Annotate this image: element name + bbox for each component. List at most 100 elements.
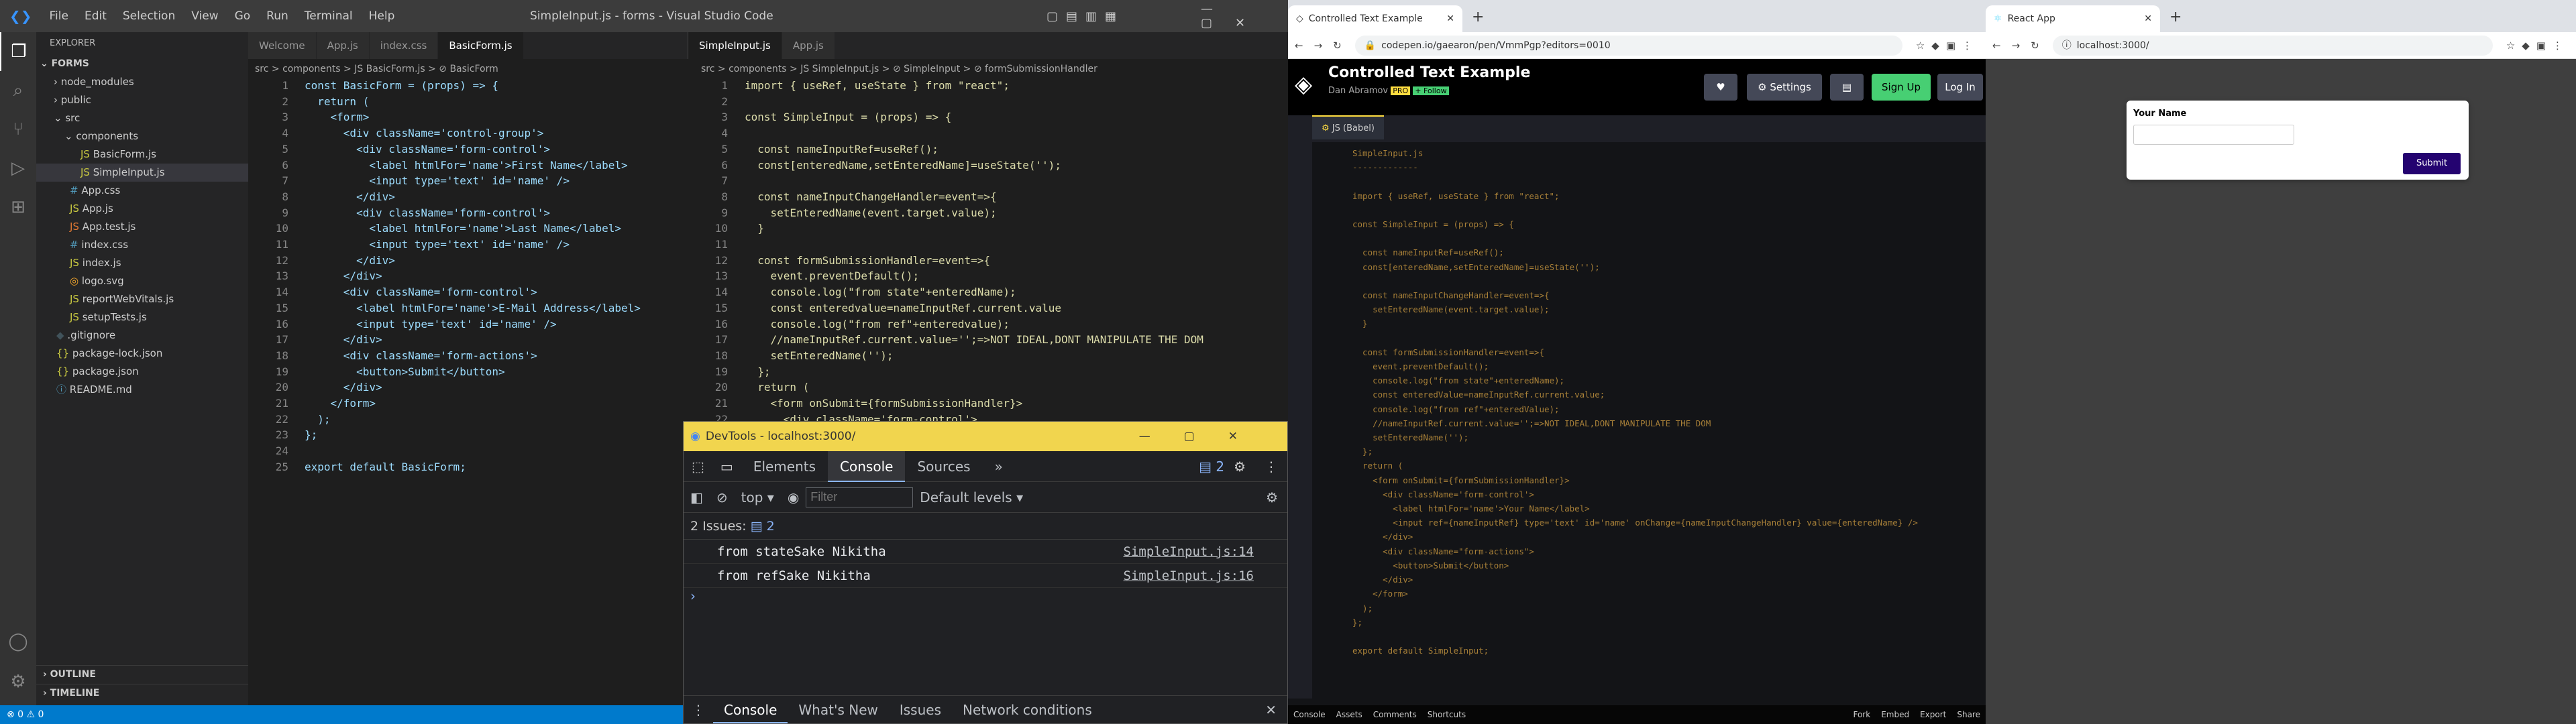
pen-author[interactable]: Dan Abramov PRO + Follow	[1328, 86, 1449, 96]
pen-title[interactable]: Controlled Text Example	[1328, 64, 1530, 81]
project-folder[interactable]: ⌄ FORMS	[36, 55, 248, 73]
tab-index-css[interactable]: index.css	[369, 32, 439, 59]
tab-simpleinput[interactable]: SimpleInput.js	[688, 32, 782, 59]
kebab-menu-icon[interactable]: ⋮	[1255, 459, 1287, 475]
heart-button[interactable]: ♥	[1704, 74, 1737, 101]
menu-go[interactable]: Go	[227, 9, 259, 23]
menu-help[interactable]: Help	[361, 9, 403, 23]
tree-item-index-css[interactable]: # index.css	[36, 236, 248, 254]
tree-item-node-modules[interactable]: › node_modules	[36, 73, 248, 91]
footer-embed[interactable]: Embed	[1876, 710, 1915, 719]
menu-terminal[interactable]: Terminal	[297, 9, 361, 23]
drawer-tab-whats-new[interactable]: What's New	[788, 702, 888, 718]
close-tab-icon[interactable]: ✕	[1446, 13, 1454, 24]
drawer-tab-network[interactable]: Network conditions	[952, 702, 1103, 718]
sidebar-toggle-icon[interactable]: ◧	[684, 489, 710, 505]
breadcrumb-right[interactable]: src > components > JS SimpleInput.js > ⊘…	[701, 60, 1097, 78]
drawer-tab-console[interactable]: Console	[713, 697, 788, 723]
menu-selection[interactable]: Selection	[115, 9, 183, 23]
tree-item-app-js[interactable]: JS App.js	[36, 200, 248, 218]
context-select[interactable]: top ▾	[735, 489, 781, 505]
name-input[interactable]	[2133, 125, 2294, 145]
back-icon[interactable]: ←	[1288, 40, 1310, 52]
settings-button[interactable]: ⚙ Settings	[1747, 74, 1822, 101]
outline-section[interactable]: › OUTLINE	[36, 665, 248, 683]
footer-assets[interactable]: Assets	[1331, 710, 1368, 719]
drawer-tab-issues[interactable]: Issues	[889, 702, 952, 718]
reload-icon[interactable]: ↻	[2024, 40, 2046, 52]
footer-fork[interactable]: Fork	[1847, 710, 1876, 719]
tree-item-reportwebvitals[interactable]: JS reportWebVitals.js	[36, 290, 248, 308]
footer-console[interactable]: Console	[1288, 710, 1331, 719]
inspect-icon[interactable]: ⬚	[684, 459, 712, 475]
tab-app-js[interactable]: App.js	[316, 32, 370, 59]
device-icon[interactable]: ▭	[712, 459, 741, 475]
tab-app-js-2[interactable]: App.js	[782, 32, 835, 59]
tree-item-app-css[interactable]: # App.css	[36, 182, 248, 200]
layout-button[interactable]: ▤	[1830, 74, 1864, 101]
run-debug-icon[interactable]: ▷	[0, 149, 36, 188]
log-source-link[interactable]: SimpleInput.js:14	[1124, 544, 1254, 559]
tab-elements[interactable]: Elements	[741, 451, 828, 482]
tab-welcome[interactable]: Welcome	[248, 32, 317, 59]
tree-item-setuptests[interactable]: JS setupTests.js	[36, 308, 248, 326]
settings-gear-icon[interactable]: ⚙	[1224, 459, 1255, 475]
console-settings-icon[interactable]: ⚙	[1256, 489, 1287, 505]
timeline-section[interactable]: › TIMELINE	[36, 684, 248, 702]
close-tab-icon[interactable]: ✕	[2144, 13, 2152, 24]
footer-export[interactable]: Export	[1915, 710, 1951, 719]
address-bar[interactable]: 🔒 codepen.io/gaearon/pen/VmmPgp?editors=0…	[1354, 35, 1902, 56]
tab-codepen[interactable]: ◇ Controlled Text Example ✕	[1288, 5, 1462, 32]
footer-share[interactable]: Share	[1951, 710, 1986, 719]
tree-item-components[interactable]: ⌄ components	[36, 127, 248, 145]
menu-edit[interactable]: Edit	[76, 9, 115, 23]
tree-item-index-js[interactable]: JS index.js	[36, 254, 248, 272]
tree-item-gitignore[interactable]: ◆ .gitignore	[36, 326, 248, 345]
tree-item-logo[interactable]: ◎ logo.svg	[36, 272, 248, 290]
explorer-icon[interactable]: ❐	[0, 32, 36, 71]
clear-console-icon[interactable]: ⊘	[710, 489, 735, 505]
codepen-js-editor[interactable]: SimpleInput.js ------------- import { us…	[1352, 146, 1983, 696]
new-tab-icon[interactable]: +	[2160, 9, 2191, 32]
address-bar[interactable]: ⓘ localhost:3000/	[2052, 35, 2493, 56]
menu-run[interactable]: Run	[258, 9, 297, 23]
extensions-icon[interactable]: ⊞	[0, 188, 36, 227]
issues-badge[interactable]: ▤ 2	[1199, 459, 1224, 475]
drawer-menu-icon[interactable]: ⋮	[684, 702, 713, 718]
tab-sources[interactable]: Sources	[905, 451, 982, 482]
reload-icon[interactable]: ↻	[1326, 40, 1348, 52]
account-icon[interactable]: ◯	[0, 622, 36, 661]
submit-button[interactable]: Submit	[2403, 153, 2461, 174]
signup-button[interactable]: Sign Up	[1872, 74, 1931, 101]
tab-more[interactable]: »	[983, 451, 1015, 482]
tree-item-package[interactable]: {} package.json	[36, 363, 248, 381]
extension-icons[interactable]: ☆◆▣⋮	[1909, 40, 1986, 52]
console-filter-input[interactable]	[806, 487, 914, 507]
js-label[interactable]: ⚙ JS (Babel)	[1312, 115, 1384, 139]
menu-file[interactable]: File	[42, 9, 76, 23]
drawer-close-icon[interactable]: ✕	[1254, 702, 1287, 718]
tree-item-app-test[interactable]: JS App.test.js	[36, 218, 248, 236]
footer-comments[interactable]: Comments	[1368, 710, 1422, 719]
tab-react-app[interactable]: ⚛ React App ✕	[1986, 5, 2160, 32]
tree-item-simpleinput[interactable]: JS SimpleInput.js	[36, 164, 248, 182]
tree-item-readme[interactable]: ⓘ README.md	[36, 381, 248, 399]
tab-basicform[interactable]: BasicForm.js	[438, 32, 524, 59]
code-basicform[interactable]: const BasicForm = (props) => { return ( …	[305, 78, 680, 475]
menu-view[interactable]: View	[183, 9, 226, 23]
forward-icon[interactable]: →	[2008, 40, 2025, 52]
new-tab-icon[interactable]: +	[1462, 9, 1493, 32]
code-simpleinput[interactable]: import { useRef, useState } from "react"…	[745, 78, 1285, 421]
gear-icon[interactable]: ⚙	[0, 662, 36, 701]
console-prompt[interactable]: ›	[684, 588, 1287, 608]
codepen-logo-icon[interactable]: ◈	[1295, 71, 1312, 98]
login-button[interactable]: Log In	[1937, 74, 1983, 101]
extension-icons[interactable]: ☆◆▣⋮	[2500, 40, 2576, 52]
tree-item-package-lock[interactable]: {} package-lock.json	[36, 345, 248, 363]
collapsed-panels[interactable]	[1288, 115, 1312, 699]
search-icon[interactable]: ⌕	[0, 71, 36, 110]
forward-icon[interactable]: →	[1310, 40, 1327, 52]
back-icon[interactable]: ←	[1986, 40, 2008, 52]
tree-item-src[interactable]: ⌄ src	[36, 109, 248, 127]
tree-item-public[interactable]: › public	[36, 91, 248, 109]
